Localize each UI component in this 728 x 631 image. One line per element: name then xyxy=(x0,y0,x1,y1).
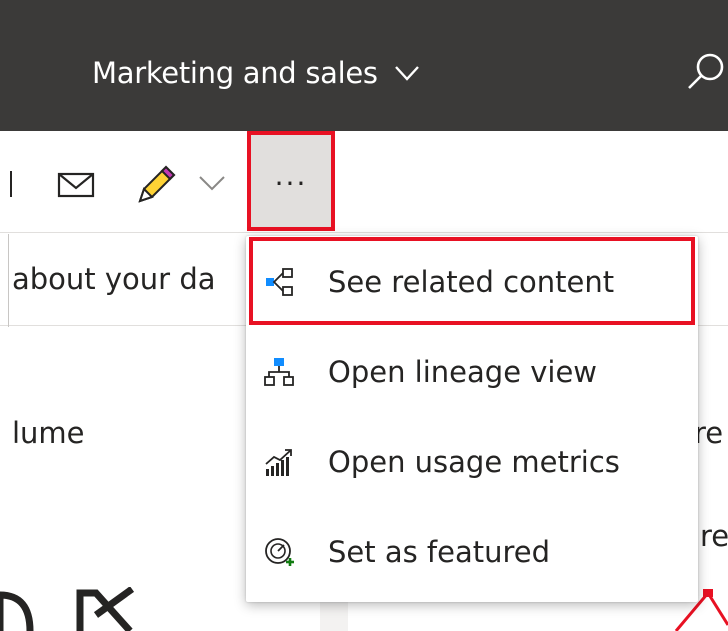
app-header: Marketing and sales xyxy=(0,0,728,131)
menu-item-label: Set as featured xyxy=(328,535,551,569)
chevron-down-icon xyxy=(394,66,419,81)
tile-left-title: lume xyxy=(12,416,85,450)
more-options-icon: ... xyxy=(274,158,308,192)
menu-item-see-related-content[interactable]: See related content xyxy=(246,239,698,325)
tile-right-title: re xyxy=(694,416,724,450)
more-options-button[interactable]: ... xyxy=(251,135,331,227)
menu-item-open-lineage-view[interactable]: Open lineage view xyxy=(246,329,698,415)
toolbar-partial-icon[interactable] xyxy=(0,171,12,197)
menu-item-open-usage-metrics[interactable]: Open usage metrics xyxy=(246,419,698,505)
qa-input-text: about your da xyxy=(12,262,216,296)
search-icon[interactable] xyxy=(684,50,728,94)
featured-icon xyxy=(265,538,294,566)
menu-item-label: Open usage metrics xyxy=(328,445,620,479)
more-options-menu: See related content Open lineage view Op… xyxy=(246,236,698,602)
chevron-down-icon[interactable] xyxy=(196,171,228,195)
workspace-title-dropdown[interactable]: Marketing and sales xyxy=(92,51,420,95)
lineage-icon xyxy=(264,358,294,386)
mail-icon[interactable] xyxy=(56,169,96,199)
usage-metrics-icon xyxy=(265,449,292,476)
tile-left-value-glyphs xyxy=(0,587,135,631)
workspace-title: Marketing and sales xyxy=(92,56,378,90)
pencil-icon[interactable] xyxy=(134,161,178,205)
report-toolbar: ... xyxy=(0,131,728,233)
menu-item-set-as-featured[interactable]: Set as featured xyxy=(246,509,698,595)
menu-item-label: See related content xyxy=(328,265,615,299)
related-content-icon xyxy=(266,268,293,296)
menu-item-label: Open lineage view xyxy=(328,355,598,389)
tile-right-subtitle: re xyxy=(700,519,728,553)
